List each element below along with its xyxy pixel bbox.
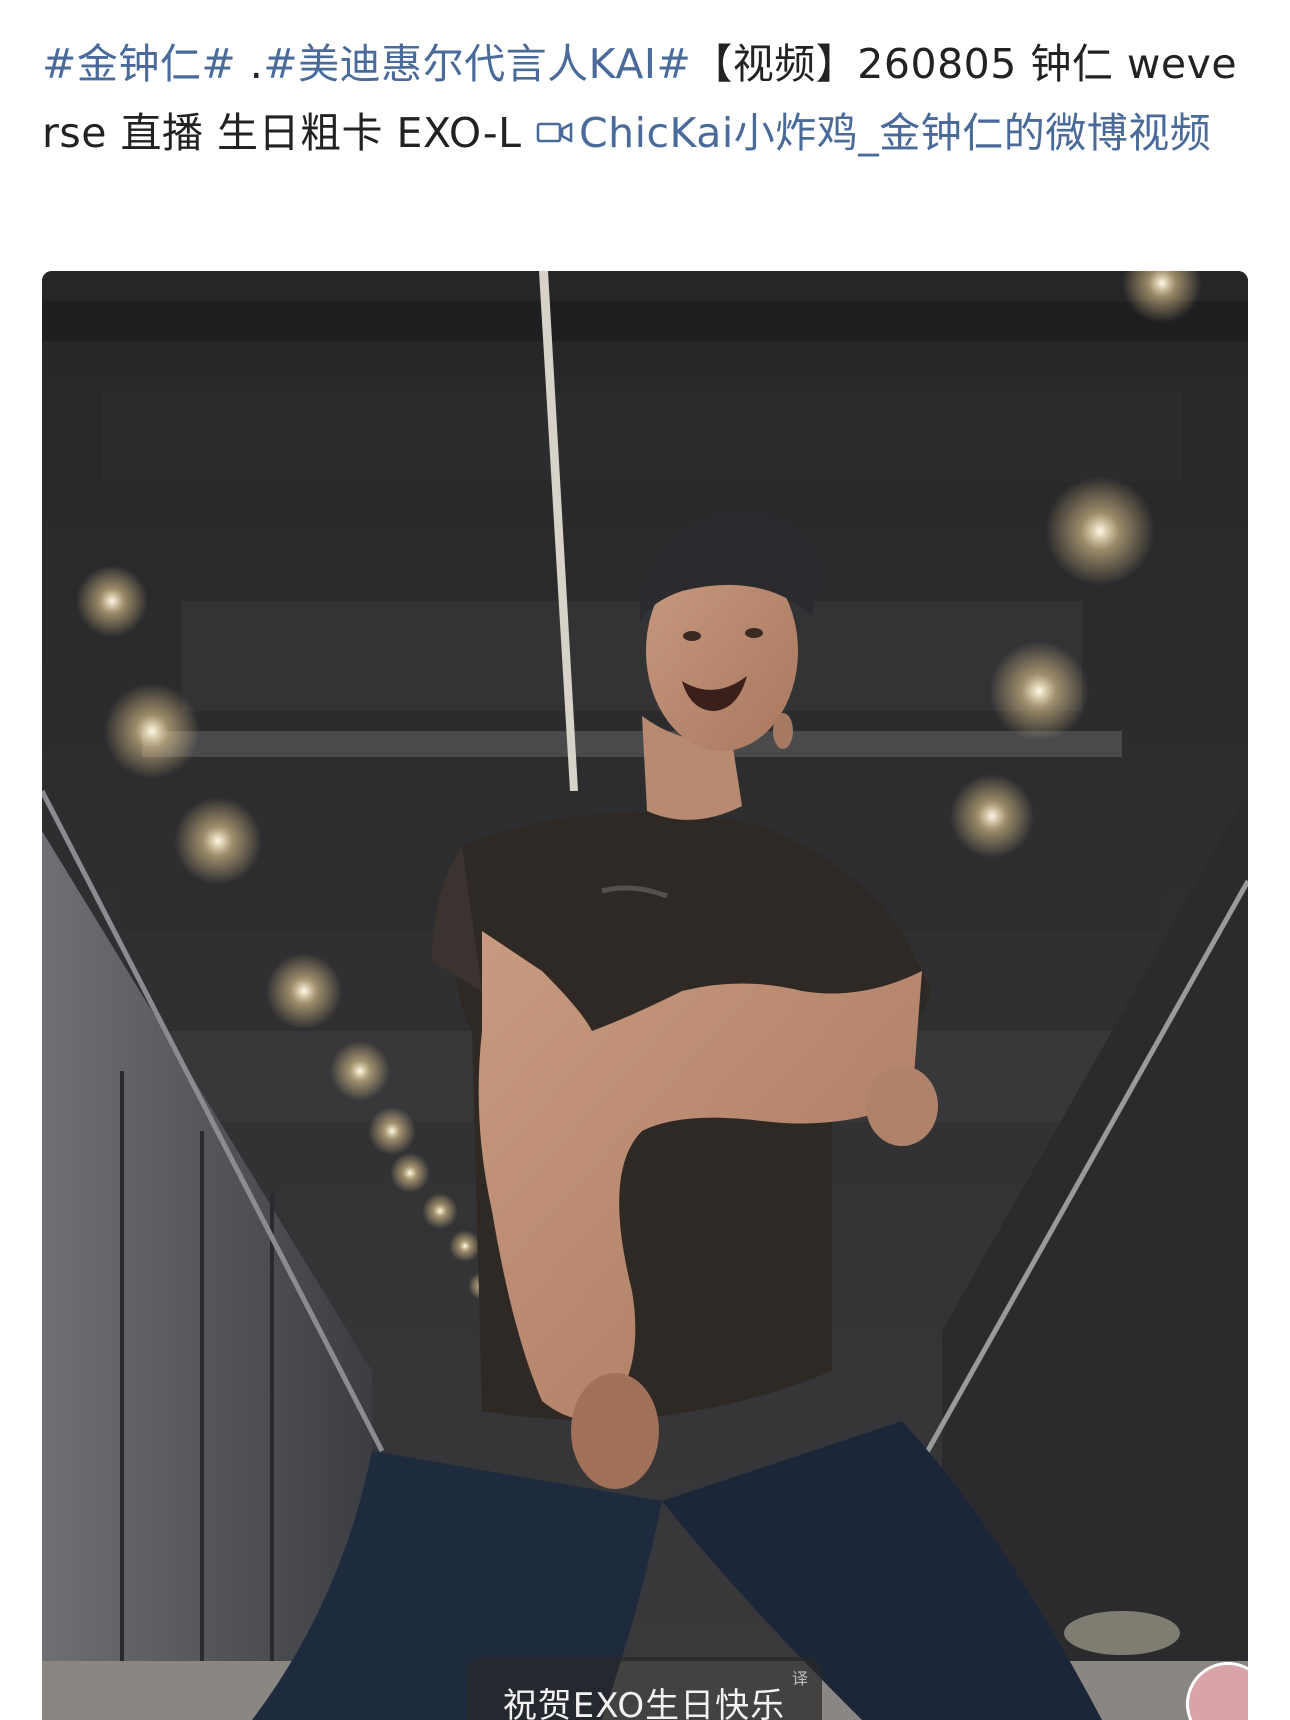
translate-badge[interactable]: 译 [792, 1665, 808, 1689]
separator-text: . [236, 40, 264, 88]
weibo-video-link-label: ChicKai小炸鸡_金钟仁的微博视频 [579, 109, 1212, 157]
video-player[interactable]: 祝贺EXO生日快乐 译 [42, 271, 1248, 1720]
video-frame-image [42, 271, 1248, 1720]
video-camera-icon [535, 99, 575, 168]
weibo-video-link[interactable]: ChicKai小炸鸡_金钟仁的微博视频 [535, 109, 1211, 157]
subtitle-text: 祝贺EXO生日快乐 [502, 1685, 786, 1720]
subtitle-caption: 祝贺EXO生日快乐 译 [466, 1657, 822, 1720]
hashtag-kim-jongin[interactable]: #金钟仁# [42, 40, 236, 88]
hashtag-mediheal-ambassador[interactable]: #美迪惠尔代言人KAI# [263, 40, 691, 88]
post-text: #金钟仁# .#美迪惠尔代言人KAI#【视频】260805 钟仁 weverse… [42, 30, 1252, 168]
